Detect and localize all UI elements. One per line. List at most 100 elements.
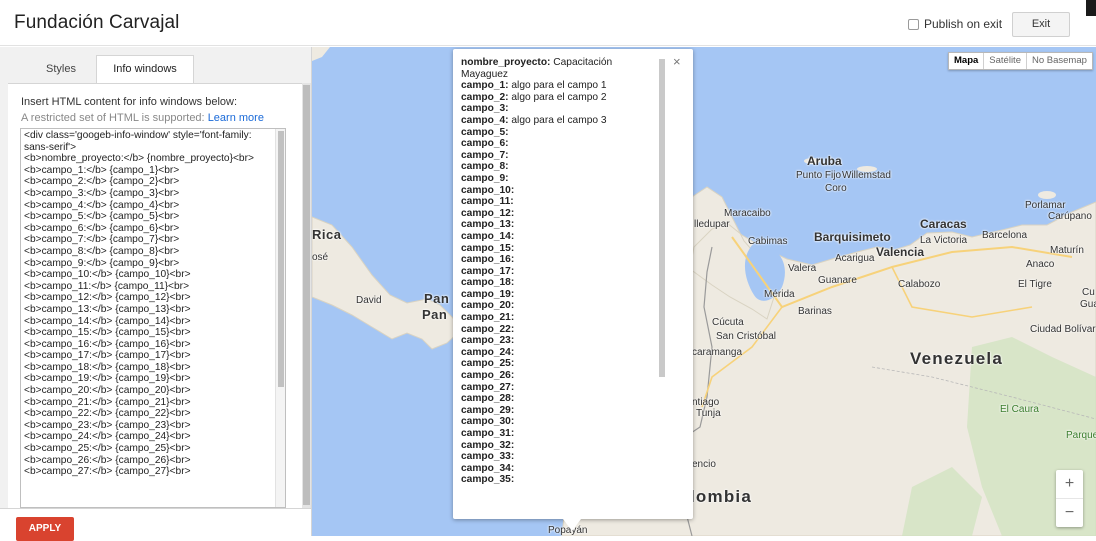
map-label-parque: Parque bbox=[1066, 430, 1096, 441]
info-field-row: campo_33: bbox=[461, 451, 657, 463]
editor-line[interactable]: <b>campo_27:</b> {campo_27}<br> bbox=[24, 466, 274, 478]
zoom-out-button[interactable]: − bbox=[1056, 498, 1083, 526]
editor-line[interactable]: <b>campo_4:</b> {campo_4}<br> bbox=[24, 200, 274, 212]
publish-on-exit-label[interactable]: Publish on exit bbox=[924, 17, 1002, 31]
info-field-row: campo_31: bbox=[461, 428, 657, 440]
panel-scrollbar[interactable] bbox=[302, 83, 311, 508]
info-field-row: campo_27: bbox=[461, 382, 657, 394]
editor-line[interactable]: <b>campo_17:</b> {campo_17}<br> bbox=[24, 350, 274, 362]
checkbox-icon[interactable] bbox=[908, 18, 919, 30]
panel-scrollbar-thumb[interactable] bbox=[303, 85, 310, 505]
info-field-key: campo_2: bbox=[461, 91, 509, 103]
info-field-key: campo_16: bbox=[461, 254, 515, 266]
info-field-row: nombre_proyecto: Capacitación Mayaguez bbox=[461, 57, 657, 80]
editor-line[interactable]: <b>campo_2:</b> {campo_2}<br> bbox=[24, 176, 274, 188]
info-field-key: campo_23: bbox=[461, 335, 515, 347]
info-field-row: campo_17: bbox=[461, 266, 657, 278]
panel-footer: APPLY bbox=[0, 508, 311, 541]
editor-line[interactable]: <b>campo_24:</b> {campo_24}<br> bbox=[24, 431, 274, 443]
info-field-key: nombre_proyecto: bbox=[461, 57, 551, 68]
exit-button[interactable]: Exit bbox=[1012, 12, 1070, 37]
info-field-key: campo_24: bbox=[461, 346, 515, 358]
info-field-key: campo_12: bbox=[461, 207, 515, 219]
info-field-row: campo_35: bbox=[461, 474, 657, 486]
info-window-scrollbar[interactable] bbox=[659, 59, 665, 377]
editor-line[interactable]: <b>campo_22:</b> {campo_22}<br> bbox=[24, 408, 274, 420]
info-window: nombre_proyecto: Capacitación Mayaguez ca… bbox=[453, 49, 693, 519]
editor-line[interactable]: <div class='googeb-info-window' style='f… bbox=[24, 130, 274, 153]
info-field-row: campo_9: bbox=[461, 173, 657, 185]
map-label-valencia: Valencia bbox=[876, 245, 925, 259]
map-label-acarigua: Acarigua bbox=[835, 253, 875, 264]
editor-scrollbar[interactable] bbox=[275, 129, 285, 507]
info-field-row: campo_23: bbox=[461, 335, 657, 347]
tab-info-windows[interactable]: Info windows bbox=[96, 55, 194, 84]
info-field-row: campo_29: bbox=[461, 405, 657, 417]
info-field-key: campo_33: bbox=[461, 451, 515, 463]
editor-line[interactable]: <b>campo_21:</b> {campo_21}<br> bbox=[24, 397, 274, 409]
map-type-selector[interactable]: Mapa Satélite No Basemap bbox=[948, 52, 1093, 70]
info-field-key: campo_18: bbox=[461, 277, 515, 289]
editor-line[interactable]: <b>campo_20:</b> {campo_20}<br> bbox=[24, 385, 274, 397]
html-template-textarea[interactable]: <div class='googeb-info-window' style='f… bbox=[20, 128, 286, 508]
editor-line[interactable]: <b>campo_19:</b> {campo_19}<br> bbox=[24, 373, 274, 385]
editor-line[interactable]: <b>campo_16:</b> {campo_16}<br> bbox=[24, 339, 274, 351]
map-label-venezuela: Venezuela bbox=[910, 349, 1004, 368]
map-label-santiago: ntiago bbox=[692, 397, 720, 408]
learn-more-link[interactable]: Learn more bbox=[208, 112, 264, 124]
map-label-san-cristobal: San Cristóbal bbox=[716, 331, 777, 342]
editor-line[interactable]: <b>campo_6:</b> {campo_6}<br> bbox=[24, 223, 274, 235]
map-label-el-caura: El Caura bbox=[1000, 404, 1039, 415]
window-edge bbox=[1086, 0, 1096, 16]
editor-line[interactable]: <b>campo_9:</b> {campo_9}<br> bbox=[24, 258, 274, 270]
editor-line[interactable]: <b>campo_3:</b> {campo_3}<br> bbox=[24, 188, 274, 200]
editor-line[interactable]: <b>campo_14:</b> {campo_14}<br> bbox=[24, 316, 274, 328]
map-type-no-basemap[interactable]: No Basemap bbox=[1025, 53, 1092, 69]
map-label-barcelona: Barcelona bbox=[982, 230, 1028, 241]
info-field-key: campo_1: bbox=[461, 80, 509, 92]
editor-line[interactable]: <b>campo_25:</b> {campo_25}<br> bbox=[24, 443, 274, 455]
instruction-text: Insert HTML content for info windows bel… bbox=[21, 96, 238, 108]
info-field-row: campo_16: bbox=[461, 254, 657, 266]
editor-line[interactable]: <b>campo_12:</b> {campo_12}<br> bbox=[24, 292, 274, 304]
map-type-mapa[interactable]: Mapa bbox=[949, 53, 983, 69]
map-type-satellite[interactable]: Satélite bbox=[983, 53, 1026, 69]
info-field-row: campo_3: bbox=[461, 103, 657, 115]
info-field-key: campo_26: bbox=[461, 370, 515, 382]
zoom-control: + − bbox=[1056, 470, 1083, 527]
editor-line[interactable]: <b>campo_5:</b> {campo_5}<br> bbox=[24, 211, 274, 223]
info-window-pointer bbox=[563, 519, 581, 531]
editor-line[interactable]: <b>campo_1:</b> {campo_1}<br> bbox=[24, 165, 274, 177]
map-label-guanare: Guanare bbox=[818, 275, 857, 286]
map-label-aruba: Aruba bbox=[807, 154, 842, 168]
editor-line[interactable]: <b>campo_8:</b> {campo_8}<br> bbox=[24, 246, 274, 258]
close-icon[interactable]: × bbox=[673, 54, 681, 69]
editor-line[interactable]: <b>campo_23:</b> {campo_23}<br> bbox=[24, 420, 274, 432]
publish-on-exit-checkbox[interactable]: Publish on exit bbox=[908, 17, 1002, 31]
editor-line[interactable]: <b>nombre_proyecto:</b> {nombre_proyecto… bbox=[24, 153, 274, 165]
editor-line[interactable]: <b>campo_7:</b> {campo_7}<br> bbox=[24, 234, 274, 246]
editor-content[interactable]: <div class='googeb-info-window' style='f… bbox=[24, 130, 274, 478]
apply-button[interactable]: APPLY bbox=[16, 517, 74, 541]
info-field-row: campo_8: bbox=[461, 161, 657, 173]
info-field-key: campo_20: bbox=[461, 300, 515, 312]
zoom-in-button[interactable]: + bbox=[1056, 470, 1083, 498]
map-label-porlamar: Porlamar bbox=[1025, 200, 1066, 211]
info-field-row: campo_32: bbox=[461, 440, 657, 452]
map-label-barinas: Barinas bbox=[798, 306, 832, 317]
editor-line[interactable]: <b>campo_15:</b> {campo_15}<br> bbox=[24, 327, 274, 339]
editor-line[interactable]: <b>campo_18:</b> {campo_18}<br> bbox=[24, 362, 274, 374]
editor-line[interactable]: <b>campo_26:</b> {campo_26}<br> bbox=[24, 455, 274, 467]
info-field-key: campo_14: bbox=[461, 230, 515, 242]
editor-line[interactable]: <b>campo_10:</b> {campo_10}<br> bbox=[24, 269, 274, 281]
info-field-value: algo para el campo 2 bbox=[508, 91, 607, 103]
info-field-key: campo_27: bbox=[461, 381, 515, 393]
info-field-row: campo_13: bbox=[461, 219, 657, 231]
map-canvas[interactable]: Aruba Punto Fijo Willemstad Coro Maracai… bbox=[312, 47, 1096, 536]
editor-scrollbar-thumb[interactable] bbox=[278, 131, 284, 387]
tab-styles[interactable]: Styles bbox=[18, 56, 104, 83]
info-field-key: campo_32: bbox=[461, 439, 515, 451]
info-field-row: campo_7: bbox=[461, 150, 657, 162]
editor-line[interactable]: <b>campo_11:</b> {campo_11}<br> bbox=[24, 281, 274, 293]
editor-line[interactable]: <b>campo_13:</b> {campo_13}<br> bbox=[24, 304, 274, 316]
